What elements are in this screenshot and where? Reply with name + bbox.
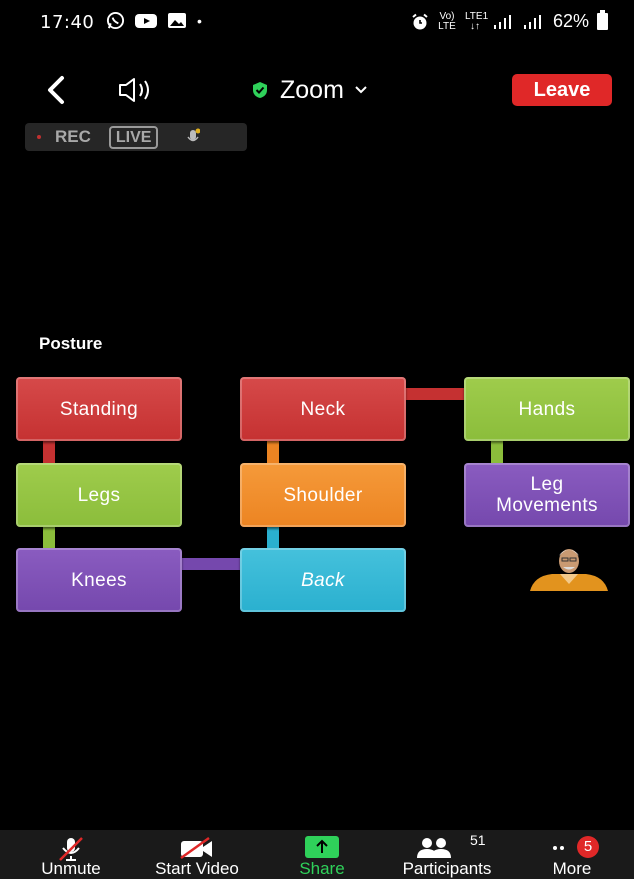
start-video-button[interactable]: Start Video xyxy=(138,830,256,879)
status-bar: 17:40 • Vo) LTE LTE1 ↓↑ 62% xyxy=(0,0,634,46)
lte-badge: LTE1 ↓↑ xyxy=(464,10,489,32)
back-button[interactable] xyxy=(38,70,78,110)
connector-shoulder-back xyxy=(267,527,279,549)
box-shoulder: Shoulder xyxy=(240,463,406,527)
connector-legs-knees xyxy=(43,527,55,549)
connector-knees-back xyxy=(182,558,241,570)
signal-icon-1 xyxy=(493,14,511,29)
leave-button[interactable]: Leave xyxy=(512,74,612,106)
meeting-toolbar: Unmute Start Video Share 51 Participants… xyxy=(0,830,634,879)
youtube-icon xyxy=(135,13,157,28)
box-neck: Neck xyxy=(240,377,406,441)
chevron-down-icon xyxy=(355,86,367,94)
connector-neck-shoulder xyxy=(267,441,279,463)
connector-neck-hands xyxy=(406,388,466,400)
dot-icon: • xyxy=(197,12,202,29)
more-notification-badge: 5 xyxy=(577,836,599,858)
more-button[interactable]: 5 More xyxy=(540,830,604,879)
recording-status: REC LIVE xyxy=(25,123,247,151)
box-standing-label: Standing xyxy=(59,398,139,420)
clock: 17:40 xyxy=(40,12,95,33)
box-shoulder-label: Shoulder xyxy=(283,484,363,506)
unmute-label: Unmute xyxy=(41,859,101,878)
box-legs-label: Legs xyxy=(77,484,121,506)
system-icons: Vo) LTE LTE1 ↓↑ 62% xyxy=(411,10,608,32)
battery-level: 62% xyxy=(552,11,589,31)
box-hands-label: Hands xyxy=(518,398,576,420)
participant-video-tile[interactable] xyxy=(526,544,612,591)
box-leg-movements-line1: Leg xyxy=(530,474,564,495)
box-back: Back xyxy=(240,548,406,612)
participants-count: 51 xyxy=(470,832,486,848)
meeting-title: Zoom xyxy=(280,75,344,104)
mic-indicator-icon xyxy=(187,128,201,142)
share-label: Share xyxy=(299,859,345,878)
record-dot-icon xyxy=(37,135,41,139)
box-hands: Hands xyxy=(464,377,630,441)
participants-icon xyxy=(417,838,451,858)
box-back-label: Back xyxy=(301,569,345,591)
participant-avatar xyxy=(526,544,612,591)
box-knees-label: Knees xyxy=(71,569,127,591)
box-legs: Legs xyxy=(16,463,182,527)
participants-label: Participants xyxy=(402,859,492,878)
box-standing: Standing xyxy=(16,377,182,441)
alarm-icon xyxy=(412,13,428,29)
speaker-icon xyxy=(119,78,149,102)
start-video-label: Start Video xyxy=(155,859,239,878)
slide-title: Posture xyxy=(39,334,103,353)
unmute-button[interactable]: Unmute xyxy=(24,830,118,879)
box-knees: Knees xyxy=(16,548,182,612)
box-leg-movements: Leg Movements xyxy=(464,463,630,527)
participants-button[interactable]: 51 Participants xyxy=(384,830,510,879)
whatsapp-icon xyxy=(106,11,125,30)
more-dots-icon xyxy=(553,846,564,850)
share-button[interactable]: Share xyxy=(286,830,358,879)
rec-label: REC xyxy=(55,127,91,146)
more-label: More xyxy=(552,859,592,878)
notification-icons: • xyxy=(106,11,202,30)
connector-standing-legs xyxy=(43,441,55,463)
gallery-icon xyxy=(168,13,186,28)
chevron-left-icon xyxy=(48,76,64,104)
video-off-icon xyxy=(180,836,212,860)
speaker-button[interactable] xyxy=(115,72,159,108)
share-icon xyxy=(305,836,339,858)
signal-icon-2 xyxy=(523,14,541,29)
connector-hands-legmovements xyxy=(491,441,503,463)
battery-icon xyxy=(597,10,608,30)
shield-check-icon xyxy=(253,82,267,98)
live-badge: LIVE xyxy=(108,125,159,149)
volte-badge: Vo) LTE xyxy=(438,10,456,32)
box-neck-label: Neck xyxy=(300,398,346,420)
meeting-title-dropdown[interactable]: Zoom xyxy=(250,72,368,108)
box-leg-movements-line2: Movements xyxy=(496,495,598,516)
